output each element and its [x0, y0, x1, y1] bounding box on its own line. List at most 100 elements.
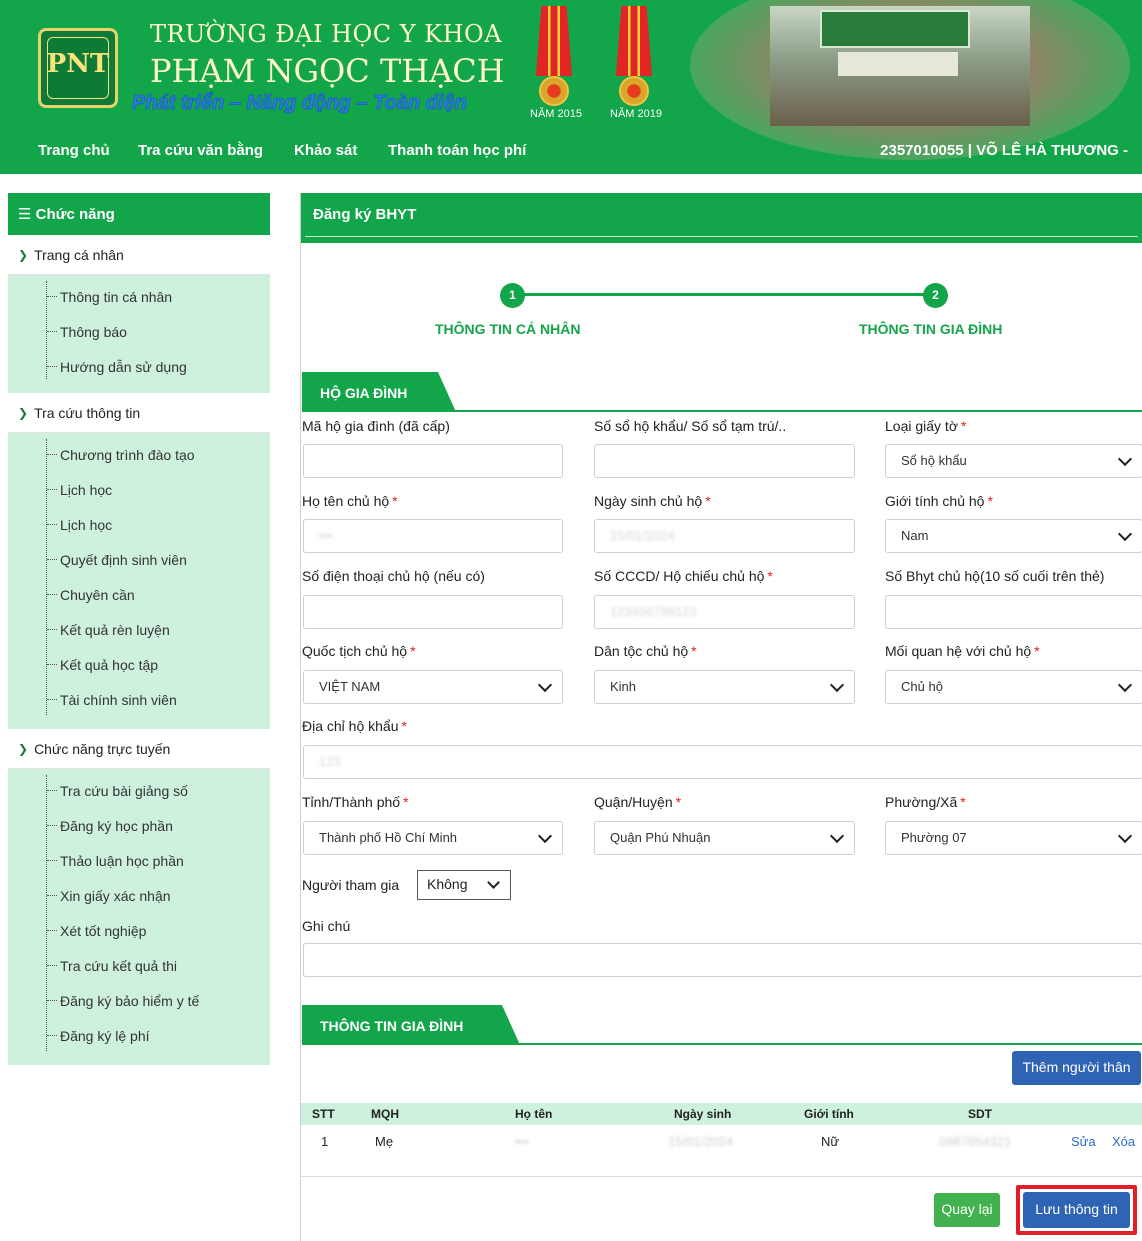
document-type-select[interactable]: Sổ hộ khẩu	[885, 444, 1142, 478]
sidebar-item-curriculum[interactable]: Chương trình đào tạo	[8, 437, 270, 472]
school-name-line2: PHẠM NGỌC THẠCH	[150, 52, 505, 90]
ethnicity-select[interactable]: Kinh	[594, 670, 855, 704]
relationship-select[interactable]: Chủ hộ	[885, 670, 1142, 704]
sidebar-item-exam-results[interactable]: Tra cứu kết quả thi	[8, 948, 270, 983]
nationality-label: Quốc tịch chủ hộ *	[302, 643, 416, 659]
head-gender-select[interactable]: Nam	[885, 519, 1142, 553]
sidebar-item-graduation-review[interactable]: Xét tốt nghiệp	[8, 913, 270, 948]
sidebar-list: Tra cứu bài giảng số Đăng ký học phần Th…	[8, 769, 270, 1065]
sidebar-item-conduct-results[interactable]: Kết quả rèn luyện	[8, 612, 270, 647]
stepper-line	[513, 293, 935, 296]
district-label: Quận/Huyện *	[594, 794, 682, 810]
family-section-tab: THÔNG TIN GIA ĐÌNH	[302, 1005, 520, 1045]
sidebar-item-confirmation-letter[interactable]: Xin giấy xác nhận	[8, 878, 270, 913]
medal-2019-image	[610, 6, 658, 118]
sidebar-section-personal[interactable]: ❯ Trang cá nhân	[8, 235, 270, 275]
nav-survey[interactable]: Khảo sát	[294, 142, 357, 159]
family-table-header: STT MQH Họ tên Ngày sinh Giới tính SDT	[301, 1103, 1142, 1125]
sidebar-item-student-finance[interactable]: Tài chính sinh viên	[8, 682, 270, 717]
school-logo[interactable]: PNT	[38, 28, 118, 108]
sidebar-section-online[interactable]: ❯ Chức năng trực tuyến	[8, 729, 270, 769]
table-row: 1 Mẹ ••• 15/01/2024 Nữ 0987654321 Sửa Xó…	[301, 1129, 1142, 1157]
head-insurance-input[interactable]	[885, 595, 1142, 629]
sidebar-item-personal-info[interactable]: Thông tin cá nhân	[8, 279, 270, 314]
col-name: Họ tên	[515, 1107, 553, 1121]
sidebar-title: ☰ Chức năng	[8, 193, 270, 235]
table-divider	[301, 1176, 1142, 1177]
col-relationship: MQH	[371, 1107, 399, 1121]
head-id-input[interactable]: 123456789123	[594, 595, 855, 629]
document-type-label: Loại giấy tờ *	[885, 418, 967, 434]
step-1-dot[interactable]: 1	[500, 283, 525, 308]
section-divider	[302, 1043, 1142, 1045]
sidebar-item-attendance[interactable]: Chuyên cần	[8, 577, 270, 612]
note-input[interactable]	[303, 943, 1142, 977]
ward-label: Phường/Xã *	[885, 794, 966, 810]
site-header: PNT TRƯỜNG ĐẠI HỌC Y KHOA PHẠM NGỌC THẠC…	[0, 0, 1142, 174]
col-stt: STT	[312, 1107, 335, 1121]
add-relative-button[interactable]: Thêm người thân	[1012, 1051, 1141, 1085]
participant-select[interactable]: Không	[417, 870, 511, 900]
cell-gender: Nữ	[821, 1134, 840, 1149]
district-select[interactable]: Quận Phú Nhuận	[594, 821, 855, 855]
col-dob: Ngày sinh	[674, 1107, 732, 1121]
head-phone-input[interactable]	[303, 595, 563, 629]
main-panel: Đăng ký BHYT 1 2 THÔNG TIN CÁ NHÂN THÔNG…	[300, 193, 1142, 1241]
sidebar-item-schedule-2[interactable]: Lịch học	[8, 507, 270, 542]
household-book-label: Số sổ hộ khẩu/ Số sổ tạm trú/..	[594, 418, 787, 434]
col-phone: SDT	[968, 1107, 992, 1121]
household-section-tab: HỘ GIA ĐÌNH	[302, 372, 456, 412]
head-dob-label: Ngày sinh chủ hộ *	[594, 493, 711, 509]
sidebar-item-health-insurance[interactable]: Đăng ký bảo hiểm y tế	[8, 983, 270, 1018]
head-dob-input[interactable]: 15/01/2024	[594, 519, 855, 553]
household-code-label: Mã hộ gia đình (đã cấp)	[302, 418, 450, 434]
sidebar-item-fee-registration[interactable]: Đăng ký lệ phí	[8, 1018, 270, 1053]
head-name-input[interactable]: •••	[303, 519, 563, 553]
nav-tuition-payment[interactable]: Thanh toán học phí	[388, 142, 526, 159]
ward-select[interactable]: Phường 07	[885, 821, 1142, 855]
nav-home[interactable]: Trang chủ	[38, 142, 110, 159]
household-book-input[interactable]	[594, 444, 855, 478]
sidebar-section-label: Chức năng trực tuyến	[34, 740, 171, 757]
sidebar-section-lookup[interactable]: ❯ Tra cứu thông tin	[8, 393, 270, 433]
step-1-label: THÔNG TIN CÁ NHÂN	[435, 321, 581, 337]
nav-degree-lookup[interactable]: Tra cứu văn bằng	[138, 142, 263, 159]
school-slogan: Phát triển – Năng động – Toàn diện	[132, 92, 468, 115]
step-2-dot[interactable]: 2	[923, 283, 948, 308]
logo-text: PNT	[46, 49, 110, 79]
sidebar-item-academic-results[interactable]: Kết quả học tập	[8, 647, 270, 682]
chevron-right-icon: ❯	[18, 405, 29, 420]
household-code-input[interactable]	[303, 444, 563, 478]
page-title: Đăng ký BHYT	[301, 193, 1142, 243]
medal-caption: NĂM 2015	[530, 108, 582, 120]
nationality-select[interactable]: VIỆT NAM	[303, 670, 563, 704]
delete-link[interactable]: Xóa	[1112, 1134, 1135, 1149]
province-select[interactable]: Thành phố Hồ Chí Minh	[303, 821, 563, 855]
school-name-line1: TRƯỜNG ĐẠI HỌC Y KHOA	[150, 20, 503, 48]
medal-2015-image	[530, 6, 578, 118]
note-label: Ghi chú	[302, 918, 351, 934]
head-insurance-label: Số Bhyt chủ hộ(10 số cuối trên thẻ)	[885, 568, 1105, 584]
sidebar-item-notifications[interactable]: Thông báo	[8, 314, 270, 349]
chevron-right-icon: ❯	[18, 741, 29, 756]
back-button[interactable]: Quay lại	[934, 1193, 1000, 1227]
user-menu[interactable]: 2357010055 | VÕ LÊ HÀ THƯƠNG -	[880, 142, 1128, 159]
province-label: Tỉnh/Thành phố *	[302, 794, 409, 810]
sidebar-item-user-guide[interactable]: Hướng dẫn sử dụng	[8, 349, 270, 384]
relationship-label: Mối quan hệ với chủ hộ *	[885, 643, 1040, 659]
head-phone-label: Số điện thoại chủ hộ (nếu có)	[302, 568, 485, 584]
address-input[interactable]: 123	[303, 745, 1142, 779]
medal-caption: NĂM 2019	[610, 108, 662, 120]
sidebar-item-course-registration[interactable]: Đăng ký học phần	[8, 808, 270, 843]
edit-link[interactable]: Sửa	[1071, 1134, 1096, 1149]
save-button[interactable]: Lưu thông tin	[1023, 1192, 1130, 1228]
step-2-label: THÔNG TIN GIA ĐÌNH	[859, 321, 1003, 337]
sidebar-item-course-discussion[interactable]: Thảo luận học phần	[8, 843, 270, 878]
sidebar-item-schedule[interactable]: Lịch học	[8, 472, 270, 507]
sidebar-item-student-decisions[interactable]: Quyết định sinh viên	[8, 542, 270, 577]
cell-dob: 15/01/2024	[668, 1134, 734, 1149]
sidebar: ☰ Chức năng ❯ Trang cá nhân Thông tin cá…	[8, 193, 270, 1065]
address-label: Địa chỉ hộ khẩu *	[302, 718, 407, 734]
sidebar-item-digital-lectures[interactable]: Tra cứu bài giảng số	[8, 773, 270, 808]
cell-stt: 1	[321, 1134, 329, 1149]
